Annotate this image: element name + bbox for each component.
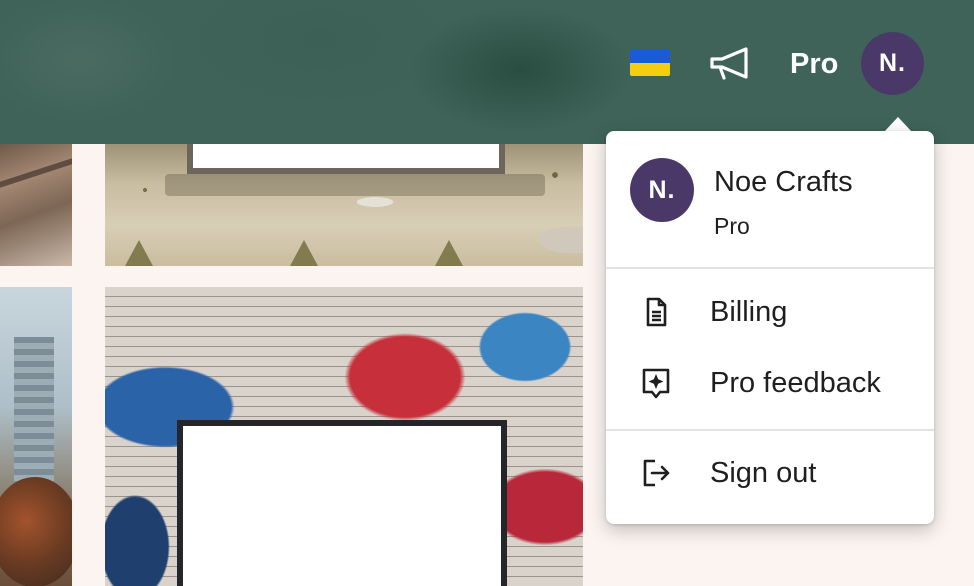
document-icon [646, 297, 667, 327]
dropdown-caret [884, 117, 912, 132]
mockup-thumbnail-graffiti[interactable] [105, 287, 583, 586]
mockup-thumbnail-left-bottom[interactable] [0, 287, 72, 586]
menu-item-pro-feedback[interactable]: Pro feedback [606, 352, 934, 414]
profile-summary: N. Noe Crafts Pro [606, 131, 934, 268]
menu-divider [606, 267, 934, 269]
tree-shape [0, 477, 72, 586]
mockup-blank-frame [177, 420, 507, 586]
menu-item-billing[interactable]: Billing [606, 281, 934, 343]
top-header: Pro N. [0, 0, 974, 144]
menu-item-label: Sign out [710, 457, 817, 489]
sparkle-message-icon [642, 368, 670, 399]
menu-item-label: Pro feedback [710, 367, 881, 399]
building-shape [14, 337, 54, 497]
mockup-thumbnail-desert[interactable] [105, 130, 583, 266]
profile-dropdown-menu: N. Noe Crafts Pro Billing Pro feedback S… [606, 131, 934, 524]
menu-item-label: Billing [710, 296, 788, 328]
mockup-thumbnail-left-top[interactable] [0, 130, 72, 266]
grass-tuft [125, 240, 153, 266]
user-plan: Pro [714, 213, 750, 239]
menu-divider [606, 429, 934, 431]
user-name: Noe Crafts [714, 166, 853, 198]
menu-item-sign-out[interactable]: Sign out [606, 442, 934, 504]
user-avatar-button[interactable]: N. [861, 32, 924, 95]
grass-tuft [290, 240, 318, 266]
grass-tuft [435, 240, 463, 266]
avatar: N. [630, 158, 694, 222]
megaphone-icon[interactable] [708, 44, 754, 84]
mockup-frame-shadow [165, 174, 545, 196]
sign-out-icon [643, 459, 670, 487]
pro-plan-link[interactable]: Pro [790, 46, 838, 82]
ukraine-flag-icon[interactable] [630, 49, 670, 76]
